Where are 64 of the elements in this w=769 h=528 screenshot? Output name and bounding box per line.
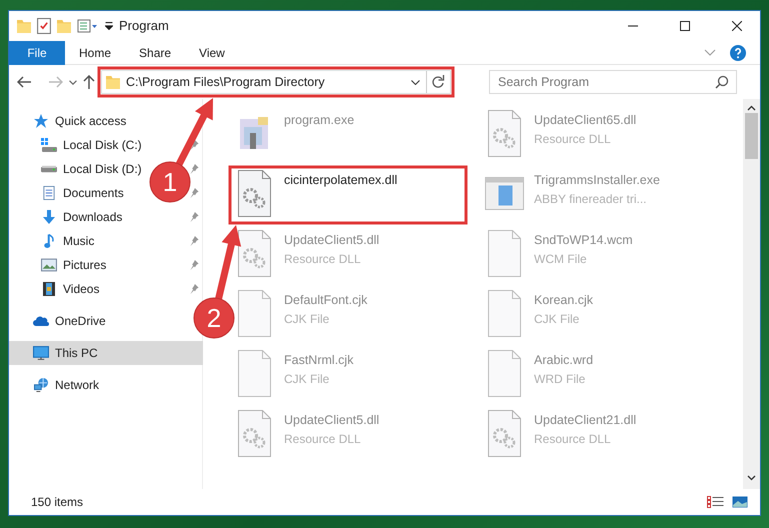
step-number: 2 — [206, 303, 222, 333]
drive-icon — [41, 138, 57, 152]
sidebar-item[interactable]: Videos — [9, 277, 203, 301]
document-icon — [41, 186, 57, 200]
sidebar-item[interactable]: Music — [9, 229, 203, 253]
recent-dropdown-icon[interactable] — [69, 80, 77, 84]
ribbon-tab[interactable]: File — [9, 40, 65, 64]
scroll-down-icon[interactable] — [747, 475, 756, 481]
window-title: Program — [119, 17, 169, 36]
maximize-icon — [680, 21, 690, 31]
blank-file-icon — [488, 350, 520, 396]
file-item[interactable]: cicinterpolatemex.dll — [230, 167, 466, 223]
dropdown-icon[interactable] — [411, 80, 420, 84]
sidebar-item[interactable]: Quick access — [9, 109, 130, 133]
scrollbar[interactable] — [743, 99, 760, 489]
download-arrow-icon — [41, 210, 57, 224]
dropdown-icon[interactable] — [105, 22, 113, 30]
sidebar-item[interactable]: This PC — [9, 341, 203, 365]
scroll-thumb[interactable] — [745, 113, 758, 159]
up-arrow-icon[interactable] — [83, 74, 95, 90]
installer-window-icon — [484, 176, 524, 210]
checklist-icon[interactable] — [37, 18, 51, 34]
scroll-up-icon[interactable] — [747, 105, 756, 111]
gear-file-icon — [488, 110, 520, 156]
ribbon-tab[interactable]: View — [185, 40, 239, 64]
expand-ribbon-icon[interactable] — [704, 49, 716, 56]
step-number: 1 — [162, 167, 178, 197]
folder-icon — [106, 76, 120, 88]
address-bar[interactable]: C:\Program Files\Program Directory — [101, 70, 451, 94]
sidebar-item[interactable]: OneDrive — [9, 309, 110, 333]
gear-file-icon — [238, 170, 270, 216]
network-globe-icon — [33, 378, 49, 392]
details-view-icon[interactable] — [707, 496, 724, 508]
star-icon — [33, 114, 49, 128]
large-icons-view-icon[interactable] — [732, 496, 748, 508]
step-marker — [150, 162, 190, 202]
monitor-icon — [33, 346, 49, 360]
item-count: 150 items — [31, 494, 84, 511]
address-path: C:\Program Files\Program Directory — [126, 74, 326, 91]
program-icon — [240, 117, 268, 149]
sidebar-item[interactable]: Network — [9, 373, 104, 397]
sidebar-item[interactable]: Pictures — [9, 253, 203, 277]
gear-file-icon — [238, 410, 270, 456]
blank-file-icon — [488, 290, 520, 336]
ribbon-tab[interactable]: Home — [65, 40, 126, 64]
blank-file-icon — [238, 350, 270, 396]
step-marker — [194, 298, 234, 338]
help-icon[interactable] — [730, 44, 746, 60]
close-icon — [732, 21, 742, 31]
back-arrow-icon[interactable] — [17, 76, 32, 88]
landscape-icon — [41, 258, 57, 272]
cloud-icon — [33, 314, 49, 328]
film-strip-icon — [41, 282, 57, 296]
sidebar-item[interactable]: Local Disk (C:) — [9, 133, 203, 157]
search-field[interactable]: Search Program — [489, 70, 737, 94]
sidebar-item[interactable]: Downloads — [9, 205, 203, 229]
gear-file-icon — [488, 410, 520, 456]
gear-file-icon — [238, 230, 270, 276]
blank-file-icon — [488, 230, 520, 276]
properties-icon[interactable] — [77, 18, 99, 34]
minimize-icon — [628, 25, 638, 27]
blank-file-icon — [238, 290, 270, 336]
search-icon — [715, 75, 729, 89]
ribbon-tab[interactable]: Share — [125, 40, 186, 64]
